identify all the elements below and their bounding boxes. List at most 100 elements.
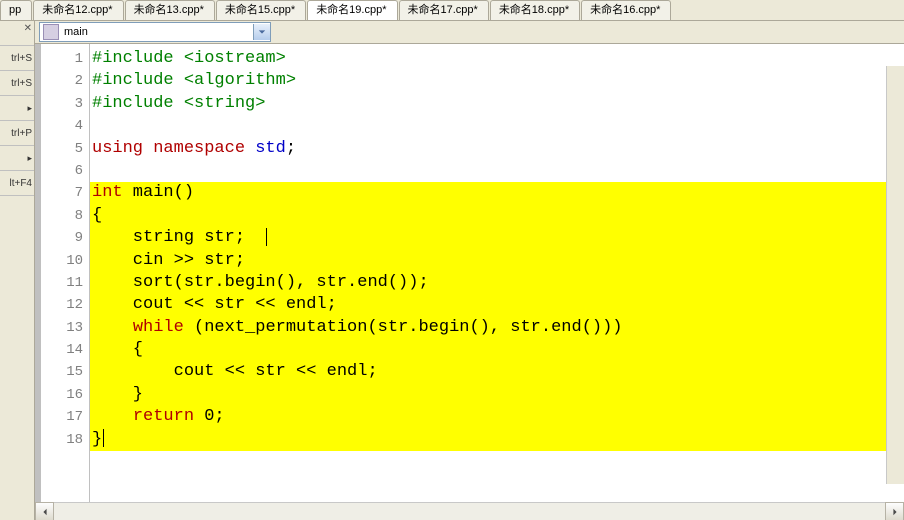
code-token: #include <iostream> (92, 49, 286, 68)
tab-file-6[interactable]: 未命名18.cpp* (490, 0, 580, 20)
code-line[interactable] (90, 115, 904, 137)
text-caret (103, 429, 104, 447)
code-token: return (133, 407, 194, 426)
code-line[interactable]: { (90, 339, 904, 361)
code-line[interactable]: #include <string> (90, 93, 904, 115)
shortcut-panel: ✕ trl+S trl+S ▸ trl+P ▸ lt+F4 (0, 21, 35, 520)
code-token: using namespace (92, 139, 255, 158)
symbol-bar: main (35, 21, 904, 44)
code-token: { (92, 340, 143, 359)
submenu-arrow-icon: ▸ (27, 153, 32, 164)
vertical-scrollbar[interactable] (886, 66, 904, 484)
symbol-combobox[interactable]: main (39, 22, 271, 42)
shortcut-row-0[interactable]: trl+S (0, 46, 34, 71)
line-number: 4 (41, 115, 89, 137)
scroll-right-icon[interactable] (885, 502, 904, 520)
shortcut-row-1[interactable]: trl+S (0, 71, 34, 96)
code-line[interactable]: } (90, 429, 904, 451)
shortcut-label: lt+F4 (9, 178, 32, 189)
tab-file-4[interactable]: 未命名19.cpp* (307, 0, 397, 20)
code-token (92, 318, 133, 337)
line-number: 10 (41, 250, 89, 272)
shortcut-label: trl+P (11, 128, 32, 139)
tab-file-0[interactable]: pp (0, 0, 32, 20)
code-line[interactable]: #include <algorithm> (90, 70, 904, 92)
code-editor[interactable]: 123456789101112131415161718 #include <io… (35, 44, 904, 502)
body: ✕ trl+Strl+S▸trl+P▸lt+F4 main 1234567891… (0, 21, 904, 520)
line-number: 17 (41, 406, 89, 428)
code-line[interactable]: cout << str << endl; (90, 294, 904, 316)
code-token: sort(str.begin(), str.end()); (92, 273, 429, 292)
shortcut-close-row: ✕ (0, 21, 34, 46)
code-token: 0; (194, 407, 225, 426)
app-root: pp未命名12.cpp*未命名13.cpp*未命名15.cpp*未命名19.cp… (0, 0, 904, 520)
line-number: 1 (41, 48, 89, 70)
function-icon (43, 24, 59, 40)
line-number: 14 (41, 339, 89, 361)
code-line[interactable]: sort(str.begin(), str.end()); (90, 272, 904, 294)
code-area[interactable]: #include <iostream> #include <algorithm> #… (90, 44, 904, 502)
code-token: std (255, 139, 286, 158)
code-line[interactable]: while (next_permutation(str.begin(), str… (90, 317, 904, 339)
code-token: cout << str << endl; (92, 362, 378, 381)
code-token: #include <string> (92, 94, 265, 113)
code-line[interactable]: using namespace std; (90, 138, 904, 160)
tab-file-3[interactable]: 未命名15.cpp* (216, 0, 306, 20)
line-number-gutter: 123456789101112131415161718 (41, 44, 90, 502)
line-number: 12 (41, 294, 89, 316)
code-token: #include <algorithm> (92, 71, 296, 90)
shortcut-row-3[interactable]: trl+P (0, 121, 34, 146)
line-number: 2 (41, 70, 89, 92)
code-line[interactable]: string str; (90, 227, 904, 249)
line-number: 9 (41, 227, 89, 249)
symbol-combobox-text: main (62, 26, 253, 38)
code-line[interactable]: cin >> str; (90, 250, 904, 272)
chevron-down-icon[interactable] (253, 24, 270, 40)
line-number: 11 (41, 272, 89, 294)
code-token: { (92, 206, 102, 225)
code-token: while (133, 318, 184, 337)
line-number: 13 (41, 317, 89, 339)
shortcut-row-5[interactable]: lt+F4 (0, 171, 34, 196)
line-number: 6 (41, 160, 89, 182)
text-caret (266, 228, 267, 246)
code-token: } (92, 385, 143, 404)
shortcut-label: trl+S (11, 78, 32, 89)
code-line[interactable]: cout << str << endl; (90, 361, 904, 383)
line-number: 3 (41, 93, 89, 115)
code-line[interactable]: } (90, 384, 904, 406)
shortcut-row-2[interactable]: ▸ (0, 96, 34, 121)
scroll-track[interactable] (54, 503, 885, 520)
line-number: 5 (41, 138, 89, 160)
line-number: 16 (41, 384, 89, 406)
code-line[interactable]: int main() (90, 182, 904, 204)
line-number: 7 (41, 182, 89, 204)
close-icon[interactable]: ✕ (24, 23, 32, 34)
code-token: main() (123, 183, 194, 202)
code-token: (next_permutation(str.begin(), str.end()… (184, 318, 623, 337)
code-line[interactable] (90, 160, 904, 182)
shortcut-label: trl+S (11, 53, 32, 64)
tab-file-2[interactable]: 未命名13.cpp* (125, 0, 215, 20)
shortcut-row-4[interactable]: ▸ (0, 146, 34, 171)
scroll-left-icon[interactable] (35, 502, 54, 520)
code-line[interactable]: { (90, 205, 904, 227)
code-token: cin >> str; (92, 251, 245, 270)
code-line[interactable]: #include <iostream> (90, 48, 904, 70)
code-token: ; (286, 139, 296, 158)
code-token: } (92, 430, 102, 449)
horizontal-scrollbar[interactable] (35, 502, 904, 520)
code-line[interactable]: return 0; (90, 406, 904, 428)
tab-file-1[interactable]: 未命名12.cpp* (33, 0, 123, 20)
line-number: 8 (41, 205, 89, 227)
main-area: main 123456789101112131415161718 #includ… (35, 21, 904, 520)
submenu-arrow-icon: ▸ (27, 103, 32, 114)
code-token: cout << str << endl; (92, 295, 337, 314)
code-token: int (92, 183, 123, 202)
tab-file-7[interactable]: 未命名16.cpp* (581, 0, 671, 20)
tab-bar: pp未命名12.cpp*未命名13.cpp*未命名15.cpp*未命名19.cp… (0, 0, 904, 21)
code-token (92, 407, 133, 426)
line-number: 18 (41, 429, 89, 451)
line-number: 15 (41, 361, 89, 383)
tab-file-5[interactable]: 未命名17.cpp* (399, 0, 489, 20)
